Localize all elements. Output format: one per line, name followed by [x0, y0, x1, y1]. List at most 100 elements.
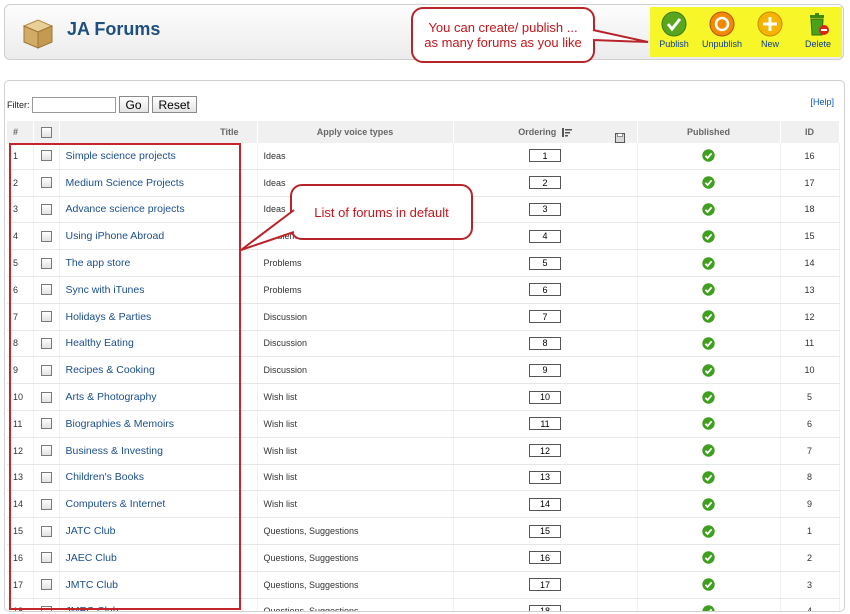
ordering-input[interactable]: [529, 524, 561, 538]
ordering-input[interactable]: [529, 336, 561, 350]
ordering-input[interactable]: [529, 363, 561, 377]
row-checkbox-cell[interactable]: [33, 437, 60, 465]
forum-title-link[interactable]: Sync with iTunes: [66, 284, 145, 296]
row-checkbox-cell[interactable]: [33, 303, 60, 331]
row-checkbox-cell[interactable]: [33, 222, 60, 251]
row-checkbox-cell[interactable]: [33, 169, 60, 197]
forum-title-link[interactable]: Advance science projects: [66, 203, 185, 215]
published-check-icon[interactable]: [702, 417, 715, 431]
published-check-icon[interactable]: [702, 283, 715, 297]
published-check-icon[interactable]: [702, 551, 715, 565]
published-check-icon[interactable]: [702, 310, 715, 323]
row-checkbox-cell[interactable]: [33, 383, 60, 411]
forum-title-link[interactable]: Holidays & Parties: [66, 311, 152, 323]
published-check-icon[interactable]: [702, 364, 715, 377]
published-check-icon[interactable]: [702, 444, 715, 457]
row-checkbox[interactable]: [40, 230, 52, 242]
header-ordering[interactable]: Ordering: [453, 121, 638, 143]
row-checkbox-cell[interactable]: [33, 598, 60, 611]
row-checkbox[interactable]: [40, 498, 52, 510]
forum-title-link[interactable]: JMTC Club: [66, 579, 119, 591]
row-checkbox-cell[interactable]: [33, 196, 60, 224]
forum-title-link[interactable]: Children's Books: [66, 471, 144, 483]
filter-input[interactable]: [31, 96, 116, 113]
ordering-input[interactable]: [529, 417, 561, 431]
ordering-input[interactable]: [529, 470, 561, 484]
forum-title-link[interactable]: JMEC Club: [66, 605, 119, 611]
ordering-input[interactable]: [529, 256, 561, 270]
row-checkbox[interactable]: [40, 364, 52, 376]
published-check-icon[interactable]: [702, 524, 715, 538]
row-checkbox[interactable]: [40, 338, 52, 350]
sort-icon[interactable]: [561, 128, 572, 138]
select-all-checkbox[interactable]: [40, 126, 52, 138]
row-checkbox-cell[interactable]: [33, 410, 60, 438]
forum-title-link[interactable]: Computers & Internet: [66, 498, 166, 510]
row-checkbox[interactable]: [40, 150, 52, 162]
header-ordering-label[interactable]: Ordering: [518, 127, 556, 137]
ordering-input[interactable]: [529, 390, 561, 404]
ordering-input[interactable]: [529, 202, 561, 216]
ordering-input[interactable]: [529, 604, 561, 611]
ordering-input[interactable]: [529, 444, 561, 458]
ordering-input[interactable]: [529, 310, 561, 324]
row-checkbox-cell[interactable]: [33, 464, 60, 492]
published-check-icon[interactable]: [702, 390, 715, 404]
published-check-icon[interactable]: [702, 256, 715, 270]
row-checkbox[interactable]: [40, 552, 52, 564]
row-checkbox[interactable]: [40, 579, 52, 591]
save-order-icon[interactable]: [614, 132, 625, 143]
ordering-input[interactable]: [529, 578, 561, 592]
row-checkbox[interactable]: [40, 311, 52, 323]
published-check-icon[interactable]: [702, 230, 715, 243]
ordering-input[interactable]: [529, 497, 561, 511]
header-published[interactable]: Published: [637, 121, 781, 143]
forum-title-link[interactable]: JAEC Club: [66, 552, 117, 564]
unpublish-button[interactable]: Unpublish: [698, 7, 746, 49]
forum-title-link[interactable]: Medium Science Projects: [66, 177, 184, 189]
row-checkbox-cell[interactable]: [33, 143, 60, 170]
row-checkbox[interactable]: [40, 284, 52, 296]
row-checkbox-cell[interactable]: [33, 276, 60, 304]
row-checkbox-cell[interactable]: [33, 249, 60, 277]
row-checkbox[interactable]: [40, 472, 52, 484]
row-checkbox-cell[interactable]: [33, 517, 60, 545]
row-checkbox[interactable]: [40, 204, 52, 216]
row-checkbox[interactable]: [40, 606, 52, 611]
header-id[interactable]: ID: [780, 121, 840, 143]
row-checkbox[interactable]: [40, 257, 52, 269]
row-checkbox-cell[interactable]: [33, 490, 60, 519]
header-select-all[interactable]: [33, 121, 60, 143]
row-checkbox[interactable]: [40, 177, 52, 189]
ordering-input[interactable]: [529, 283, 561, 297]
forum-title-link[interactable]: Healthy Eating: [66, 337, 134, 349]
forum-title-link[interactable]: Using iPhone Abroad: [66, 230, 165, 242]
delete-button[interactable]: Delete: [794, 7, 842, 49]
help-link[interactable]: [Help]: [810, 97, 834, 107]
forum-title-link[interactable]: JATC Club: [66, 525, 116, 537]
row-checkbox-cell[interactable]: [33, 544, 60, 572]
published-check-icon[interactable]: [702, 605, 715, 612]
go-button[interactable]: Go: [118, 96, 149, 113]
row-checkbox-cell[interactable]: [33, 571, 60, 599]
forum-title-link[interactable]: Biographies & Memoirs: [66, 418, 175, 430]
published-check-icon[interactable]: [702, 203, 715, 216]
ordering-input[interactable]: [529, 176, 561, 190]
new-button[interactable]: New: [746, 7, 794, 49]
published-check-icon[interactable]: [702, 176, 715, 189]
published-check-icon[interactable]: [702, 471, 715, 484]
row-checkbox[interactable]: [40, 391, 52, 403]
forum-title-link[interactable]: The app store: [66, 257, 131, 269]
publish-button[interactable]: Publish: [650, 7, 698, 49]
ordering-input[interactable]: [529, 149, 561, 163]
row-checkbox[interactable]: [40, 445, 52, 457]
published-check-icon[interactable]: [702, 578, 715, 591]
forum-title-link[interactable]: Recipes & Cooking: [66, 364, 155, 376]
published-check-icon[interactable]: [702, 337, 715, 350]
row-checkbox[interactable]: [40, 418, 52, 430]
forum-title-link[interactable]: Business & Investing: [66, 445, 163, 457]
forum-title-link[interactable]: Arts & Photography: [66, 391, 157, 403]
published-check-icon[interactable]: [702, 498, 715, 511]
row-checkbox-cell[interactable]: [33, 330, 60, 358]
forum-title-link[interactable]: Simple science projects: [66, 150, 176, 162]
